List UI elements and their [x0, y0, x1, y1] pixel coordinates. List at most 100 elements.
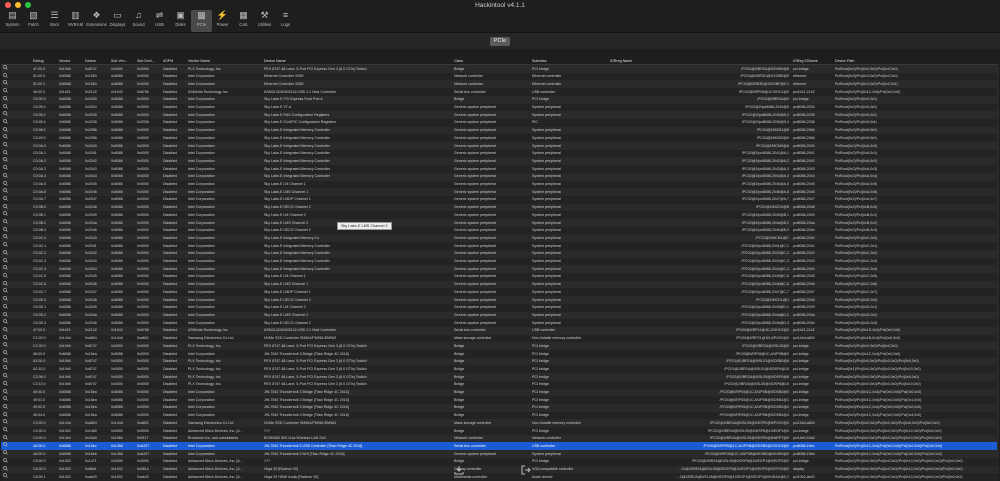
magnifier-icon[interactable] — [1, 450, 31, 458]
magnifier-icon[interactable] — [1, 172, 31, 181]
column-header[interactable]: Device Path — [833, 57, 999, 65]
toolbar-extensions-button[interactable]: ❖ Extensions — [86, 10, 107, 32]
magnifier-icon[interactable] — [1, 280, 31, 289]
toolbar-system-button[interactable]: ▤ System — [2, 10, 23, 32]
magnifier-icon[interactable] — [1, 357, 31, 366]
table-row[interactable]: C0:0D.3 0x8086 0x204b 0x8086 0x0000 Disabled I… — [1, 319, 999, 327]
table-row[interactable]: C1:00.0 0x10b5 0x8747 0x0000 0x0000 Disabled P… — [1, 342, 999, 351]
toolbar-patch-button[interactable]: ▧ Patch — [23, 10, 44, 32]
magnifier-icon[interactable] — [1, 103, 31, 112]
table-row[interactable]: C0:0C.6 0x8086 0x2046 0x8086 0x0000 Disabled I… — [1, 280, 999, 289]
magnifier-icon[interactable] — [1, 419, 31, 428]
export-button[interactable] — [453, 464, 465, 475]
magnifier-icon[interactable] — [1, 249, 31, 258]
table-row[interactable]: C0:00.0 0x8086 0x2030 0x8086 0x0000 Disabled I… — [1, 95, 999, 104]
column-header[interactable]: Subclass — [530, 57, 608, 65]
toolbar-usb-button[interactable]: ⇌ USB — [149, 10, 170, 32]
table-row[interactable]: A1:00.0 0x10b5 0x8747 0x0000 0x0000 Disabled P… — [1, 357, 999, 366]
table-row[interactable]: C0:0C.5 0x8086 0x2045 0x8086 0x0000 Disabled I… — [1, 272, 999, 281]
toolbar-displays-button[interactable]: ▭ Displays — [107, 10, 128, 32]
table-row[interactable]: C0:0B.1 0x8086 0x2049 0x8086 0x0000 Disabled I… — [1, 211, 999, 220]
magnifier-icon[interactable] — [1, 234, 31, 243]
table-row[interactable]: C0:0B.3 0x8086 0x204b 0x8086 0x0000 Disabled I… — [1, 226, 999, 235]
magnifier-icon[interactable] — [1, 142, 31, 150]
column-header[interactable]: IOReg IOName — [791, 57, 833, 65]
toolbar-calc-button[interactable]: ▦ Calc — [233, 10, 254, 32]
table-row[interactable]: C0:0A.0 0x8086 0x2040 0x8086 0x0000 Disabled I… — [1, 142, 999, 150]
table-row[interactable]: C0:05.0 0x8086 0x2034 0x8086 0x0000 Disabled I… — [1, 103, 999, 112]
table-row[interactable]: 51:00.0 0x8086 0x1563 0x8086 0x0000 Disabled I… — [1, 72, 999, 81]
magnifier-icon[interactable] — [1, 165, 31, 173]
table-row[interactable]: 48:00.0 0x8086 0x15ea 0x8086 0x0000 Disabled I… — [1, 350, 999, 358]
magnifier-icon[interactable] — [1, 80, 31, 89]
table-row[interactable]: C0:0C.7 0x8086 0x2047 0x8086 0x0000 Disabled I… — [1, 288, 999, 297]
magnifier-icon[interactable] — [1, 303, 31, 312]
table-row[interactable]: C0:0A.3 0x8086 0x2043 0x8086 0x0000 Disabled I… — [1, 165, 999, 173]
magnifier-icon[interactable] — [1, 427, 31, 435]
magnifier-icon[interactable] — [1, 64, 31, 73]
toolbar-logs-button[interactable]: ≡ Logs — [275, 10, 296, 32]
toolbar-boot-button[interactable]: ☰ Boot — [44, 10, 65, 32]
table-row[interactable]: 47:00.0 0x1b21 0x2142 0x1043 0x8756 Disabled A… — [1, 326, 999, 335]
table-row[interactable]: C0:08.0 0x8086 0x2066 0x8086 0x0000 Disabled I… — [1, 126, 999, 135]
toolbar-sound-button[interactable]: ♫ Sound — [128, 10, 149, 32]
table-row[interactable]: C4:00.0 0x14e4 0x43a0 0x106b 0x0117 Disabled B… — [1, 434, 999, 443]
table-row[interactable]: C0:0A.7 0x8086 0x2047 0x8086 0x0000 Disabled I… — [1, 195, 999, 204]
table-row[interactable]: 4A:00.0 0x8086 0x15ec 0x1458 0xA207 Disabled I… — [1, 442, 999, 451]
magnifier-icon[interactable] — [1, 319, 31, 327]
column-header[interactable]: Sub Devi... — [135, 57, 161, 65]
magnifier-icon[interactable] — [1, 188, 31, 196]
column-header[interactable]: Vendor Name — [186, 57, 262, 65]
column-header[interactable]: Debug — [31, 57, 57, 65]
magnifier-icon[interactable] — [1, 211, 31, 220]
table-row[interactable]: C0:0C.3 0x8086 0x2043 0x8086 0x0000 Disabled I… — [1, 257, 999, 266]
table-row[interactable]: 49:02.0 0x8086 0x15ea 0x8086 0x0000 Disabled I… — [1, 403, 999, 412]
toolbar-disks-button[interactable]: ▣ Disks — [170, 10, 191, 32]
magnifier-icon[interactable] — [1, 311, 31, 320]
table-row[interactable]: 4A:00.0 0x8086 0x15eb 0x1458 0xA207 Disabled I… — [1, 450, 999, 458]
magnifier-icon[interactable] — [1, 411, 31, 420]
table-row[interactable]: 51:00.1 0x8086 0x1563 0x8086 0x0000 Disabled I… — [1, 80, 999, 89]
toolbar-nvram-button[interactable]: ▥ NVRAM — [65, 10, 86, 32]
magnifier-icon[interactable] — [1, 326, 31, 335]
magnifier-icon[interactable] — [1, 272, 31, 281]
table-row[interactable]: C1:00.0 0x144d 0xa804 0x144d 0xa801 Disabled S… — [1, 334, 999, 343]
table-row[interactable]: C0:0A.4 0x8086 0x2044 0x8086 0x0000 Disabled I… — [1, 172, 999, 181]
magnifier-icon[interactable] — [1, 365, 31, 374]
magnifier-icon[interactable] — [1, 296, 31, 304]
toolbar-pcie-button[interactable]: ▩ PCIe — [191, 10, 212, 32]
magnifier-icon[interactable] — [1, 203, 31, 212]
table-row[interactable]: 49:00.0 0x8086 0x15ea 0x8086 0x0000 Disabled I… — [1, 388, 999, 397]
table-row[interactable]: C2:08.0 0x10b5 0x8747 0x0000 0x0000 Disabled P… — [1, 373, 999, 381]
magnifier-icon[interactable] — [1, 288, 31, 297]
magnifier-icon[interactable] — [1, 126, 31, 135]
exit-button[interactable] — [520, 464, 532, 475]
table-row[interactable]: C0:0D.1 0x8086 0x2049 0x8086 0x0000 Disabled I… — [1, 303, 999, 312]
column-header[interactable]: Vendor — [57, 57, 83, 65]
table-row[interactable]: C0:0A.2 0x8086 0x2042 0x8086 0x0000 Disabled I… — [1, 157, 999, 166]
minimize-window-button[interactable] — [15, 2, 21, 8]
table-row[interactable]: C0:0C.2 0x8086 0x2042 0x8086 0x0000 Disabled I… — [1, 249, 999, 258]
vertical-scrollbar[interactable] — [997, 64, 999, 454]
magnifier-icon[interactable] — [1, 442, 31, 451]
column-header[interactable]: IORreg Name — [608, 57, 791, 65]
table-row[interactable]: C0:0A.5 0x8086 0x2045 0x8086 0x0000 Disabled I… — [1, 180, 999, 189]
zoom-window-button[interactable] — [25, 2, 31, 8]
magnifier-icon[interactable] — [1, 334, 31, 343]
column-header[interactable]: Sub Ven... — [109, 57, 135, 65]
magnifier-icon[interactable] — [1, 111, 31, 119]
table-row[interactable]: C0:0A.1 0x8086 0x2041 0x8086 0x0000 Disabled I… — [1, 149, 999, 158]
table-row[interactable]: C2:10.0 0x10b5 0x8747 0x0000 0x0000 Disabled P… — [1, 380, 999, 389]
table-row[interactable]: 46:00.0 0x1b21 0x2142 0x1043 0x8756 Disabled A… — [1, 88, 999, 96]
table-row[interactable]: C4:00.0 0x1002 0x1480 0x0000 0x0000 Disabled A… — [1, 427, 999, 435]
column-header[interactable]: Device — [83, 57, 109, 65]
magnifier-icon[interactable] — [1, 226, 31, 235]
magnifier-icon[interactable] — [1, 242, 31, 250]
table-row[interactable]: C0:0D.2 0x8086 0x204a 0x8086 0x0000 Disabled I… — [1, 311, 999, 320]
close-window-button[interactable] — [5, 2, 11, 8]
tab-pcie[interactable]: PCIe — [490, 37, 510, 46]
table-row[interactable]: 49:04.0 0x8086 0x15ea 0x8086 0x0000 Disabled I… — [1, 411, 999, 420]
magnifier-icon[interactable] — [1, 373, 31, 381]
column-header[interactable]: ASPM — [161, 57, 186, 65]
table-row[interactable]: C0:0C.4 0x8086 0x2044 0x8086 0x0000 Disabled I… — [1, 265, 999, 273]
